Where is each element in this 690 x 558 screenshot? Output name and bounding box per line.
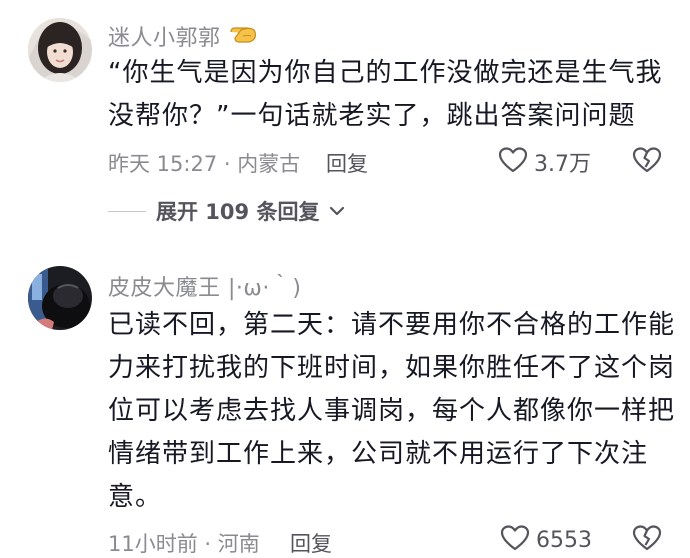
username[interactable]: 迷人小郭郭 — [108, 20, 259, 52]
like-count: 6553 — [536, 527, 592, 553]
heart-outline-icon — [500, 524, 530, 556]
comment-text-line: 位可以考虑去找人事调岗，每个人都像你一样把 — [108, 396, 676, 426]
comment-item-1: 迷人小郭郭 “你生气是因为你自己的工作没做完还是生气我 没帮你？”一句话就老实了… — [0, 0, 690, 240]
comment-time-location: 昨天 15:27 · 内蒙古 — [108, 152, 301, 176]
comment-text-line: 已读不回，第二天：请不要用你不合格的工作能 — [108, 310, 676, 340]
chevron-down-icon — [329, 202, 345, 221]
like-button[interactable]: 3.7万 — [498, 146, 591, 178]
like-button[interactable]: 6553 — [500, 524, 592, 556]
comment-text-line: 力来打扰我的下班时间，如果你胜任不了这个岗 — [108, 353, 676, 383]
heart-outline-icon — [498, 146, 528, 178]
user-avatar[interactable] — [28, 18, 92, 82]
dislike-button[interactable] — [632, 146, 662, 178]
like-count: 3.7万 — [534, 152, 591, 177]
comment-text-line: 意。 — [108, 482, 163, 512]
comment-text-line: 没帮你？”一句话就老实了，跳出答案问问题 — [108, 101, 636, 131]
dislike-button[interactable] — [632, 524, 662, 556]
reply-button[interactable]: 回复 — [326, 148, 368, 178]
comment-item-2: 皮皮大魔王 |·ω·｀) 已读不回，第二天：请不要用你不合格的工作能 力来打扰我… — [0, 258, 690, 556]
reply-button[interactable]: 回复 — [290, 528, 332, 558]
username[interactable]: 皮皮大魔王 |·ω·｀) — [108, 270, 301, 302]
username-text: 迷人小郭郭 — [108, 26, 221, 51]
comment-text: “你生气是因为你自己的工作没做完还是生气我 没帮你？”一句话就老实了，跳出答案问… — [108, 52, 662, 138]
broken-heart-icon — [632, 147, 662, 178]
pointing-hand-emoji-icon — [229, 20, 259, 52]
broken-heart-icon — [632, 525, 662, 556]
comment-text-line: 情绪带到工作上来，公司就不用运行了下次注 — [108, 439, 649, 469]
expand-divider-line — [108, 210, 146, 212]
user-avatar[interactable] — [28, 266, 92, 330]
avatar-image — [28, 266, 92, 330]
expand-replies-label: 展开 109 条回复 — [156, 200, 320, 224]
avatar-image — [28, 18, 92, 82]
comment-text-line: “你生气是因为你自己的工作没做完还是生气我 — [108, 58, 663, 88]
comment-text: 已读不回，第二天：请不要用你不合格的工作能 力来打扰我的下班时间，如果你胜任不了… — [108, 304, 675, 519]
comment-time-location: 11小时前 · 河南 — [108, 532, 260, 556]
expand-replies-button[interactable]: 展开 109 条回复 — [108, 196, 345, 226]
